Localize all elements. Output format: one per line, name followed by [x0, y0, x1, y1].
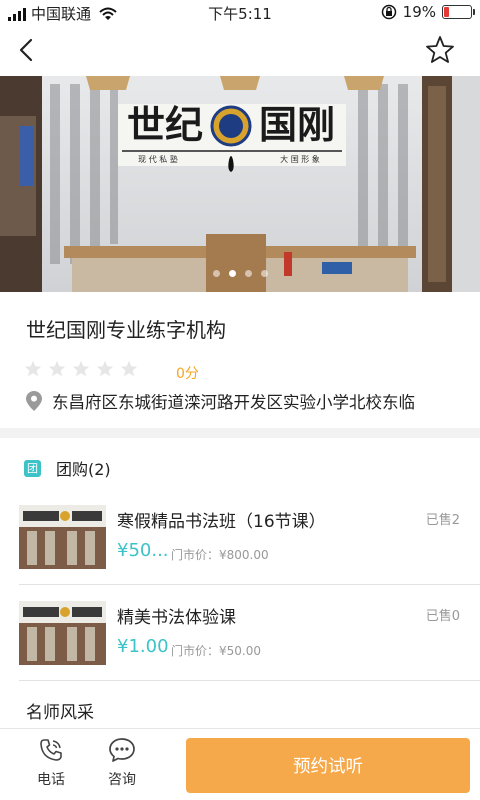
original-price-label: 门市价： [171, 644, 220, 658]
sign-subtext-left: 现 代 私 塾 [138, 154, 178, 164]
deal-thumbnail [19, 505, 106, 569]
star-icon [72, 360, 90, 377]
battery-level [444, 7, 449, 17]
battery-icon [442, 5, 475, 19]
carousel-dot[interactable] [228, 270, 236, 277]
shop-name: 世纪国刚专业练字机构 [26, 318, 226, 342]
star-icon [48, 360, 66, 377]
group-buy-badge: 团 [24, 459, 41, 477]
deal-sold-count: 已售0 [425, 609, 460, 624]
divider [19, 584, 480, 585]
back-arrow-icon[interactable] [12, 34, 44, 66]
phone-icon [26, 737, 76, 763]
deal-original-price: 门市价：¥50.00 [171, 642, 261, 659]
shop-info: 世纪国刚专业练字机构 0分 东昌府区东城街道滦河路开发区实验小学北校东临 [0, 292, 480, 428]
phone-button[interactable]: 电话 [26, 737, 76, 789]
sign-text-left: 世纪 [127, 102, 203, 147]
deal-title: 寒假精品书法班（16节课） [117, 512, 326, 532]
nav-bar [0, 24, 480, 76]
deal-item[interactable]: 精美书法体验课 ¥1.00 门市价：¥50.00 已售0 [0, 586, 480, 682]
status-right: 19% [381, 3, 475, 21]
rating-stars [24, 360, 138, 378]
group-buy-header: 团 团购(2) [24, 456, 111, 480]
bottom-action-bar: 电话 咨询 预约试听 [0, 728, 480, 800]
star-icon [120, 360, 138, 377]
original-price-value: ¥50.00 [219, 644, 262, 658]
address-row[interactable]: 东昌府区东城街道滦河路开发区实验小学北校东临 [26, 389, 415, 413]
sign-text-right: 国刚 [259, 102, 335, 147]
rating-score: 0分 [176, 366, 199, 382]
original-price-value: ¥800.00 [219, 548, 269, 562]
divider [19, 680, 480, 681]
book-trial-button[interactable]: 预约试听 [186, 738, 470, 793]
consult-label: 咨询 [108, 772, 136, 788]
phone-label: 电话 [37, 772, 65, 788]
address-text: 东昌府区东城街道滦河路开发区实验小学北校东临 [52, 393, 415, 412]
group-buy-section: 团 团购(2) 寒假精品书法班（16节课） ¥50... 门市价：¥800.00… [0, 438, 480, 728]
carousel-dot[interactable] [260, 270, 268, 277]
deal-price: ¥1.00 [117, 636, 169, 657]
status-bar: 中国联通 下午5:11 19% [0, 0, 480, 24]
star-outline-icon[interactable] [424, 34, 456, 66]
group-buy-title: 团购(2) [56, 460, 111, 479]
star-icon [24, 360, 42, 377]
carousel-dots [0, 270, 480, 277]
consult-button[interactable]: 咨询 [97, 737, 147, 789]
chat-icon [97, 737, 147, 763]
sign-subtext-right: 大 国 形 象 [280, 154, 320, 164]
deal-thumbnail [19, 601, 106, 665]
battery-percent: 19% [402, 3, 436, 21]
carousel-dot[interactable] [244, 270, 252, 277]
banner-photo: 世纪 国刚 现 代 私 塾 大 国 形 象 [0, 76, 480, 292]
carousel-dot[interactable] [212, 270, 220, 277]
deal-price: ¥50... [117, 540, 169, 561]
original-price-label: 门市价： [171, 548, 220, 562]
banner-carousel[interactable]: 世纪 国刚 现 代 私 塾 大 国 形 象 [0, 76, 480, 292]
orientation-lock-icon [381, 4, 396, 20]
deal-sold-count: 已售2 [425, 513, 460, 528]
location-pin-icon [26, 391, 42, 411]
deal-item[interactable]: 寒假精品书法班（16节课） ¥50... 门市价：¥800.00 已售2 [0, 490, 480, 586]
deal-title: 精美书法体验课 [117, 608, 236, 628]
teachers-section-title: 名师风采 [26, 703, 94, 723]
star-icon [96, 360, 114, 377]
deal-original-price: 门市价：¥800.00 [171, 546, 269, 563]
